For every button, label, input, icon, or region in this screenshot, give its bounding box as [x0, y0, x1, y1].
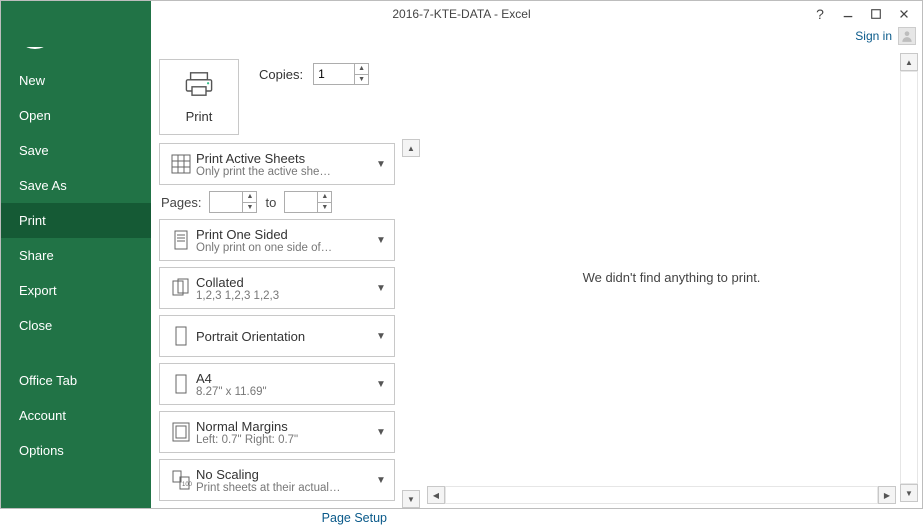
sidebar-item-save-as[interactable]: Save As: [1, 168, 151, 203]
setting-title: No Scaling: [196, 467, 374, 482]
setting-title: Print Active Sheets: [196, 151, 374, 166]
setting-sub: 1,2,3 1,2,3 1,2,3: [196, 290, 374, 302]
preview-vertical-scrollbar[interactable]: ▲ ▼: [900, 53, 918, 502]
copies-stepper[interactable]: ▲ ▼: [313, 63, 369, 85]
pages-label: Pages:: [161, 195, 201, 210]
app-window: 2016-7-KTE-DATA - Excel ? Sign in: [0, 0, 923, 509]
restore-button[interactable]: [864, 3, 888, 25]
body: New Open Save Save As Print Share Export…: [1, 47, 922, 508]
setting-title: Print One Sided: [196, 227, 374, 242]
setting-title: Collated: [196, 275, 374, 290]
setting-sub: Left: 0.7" Right: 0.7": [196, 434, 374, 446]
pages-from-input[interactable]: [210, 192, 242, 212]
title-bar: 2016-7-KTE-DATA - Excel ? Sign in: [1, 1, 922, 47]
sidebar-item-open[interactable]: Open: [1, 98, 151, 133]
settings-list: Print Active Sheets Only print the activ…: [159, 143, 417, 525]
sidebar-item-close[interactable]: Close: [1, 308, 151, 343]
print-header-row: Print Copies: ▲ ▼: [159, 59, 417, 135]
print-preview-panel: We didn't find anything to print. ▲ ▼ ◀ …: [421, 47, 922, 508]
pages-from-down-icon[interactable]: ▼: [243, 203, 256, 213]
sidebar-item-options[interactable]: Options: [1, 433, 151, 468]
pages-to-stepper[interactable]: ▲▼: [284, 191, 332, 213]
setting-title: A4: [196, 371, 374, 386]
chevron-down-icon: ▼: [374, 427, 388, 438]
setting-margins[interactable]: Normal Margins Left: 0.7" Right: 0.7" ▼: [159, 411, 395, 453]
copies-down-icon[interactable]: ▼: [355, 75, 368, 85]
pages-to-down-icon[interactable]: ▼: [318, 203, 331, 213]
backstage-sidebar: New Open Save Save As Print Share Export…: [1, 47, 151, 508]
scroll-track[interactable]: [402, 157, 420, 490]
scroll-track[interactable]: [900, 71, 918, 484]
chevron-down-icon: ▼: [374, 379, 388, 390]
copies-group: Copies: ▲ ▼: [259, 63, 369, 85]
preview-horizontal-scrollbar[interactable]: ◀ ▶: [427, 486, 896, 504]
page-icon: [166, 228, 196, 252]
pages-row: Pages: ▲▼ to ▲▼: [159, 191, 395, 213]
sidebar-item-account[interactable]: Account: [1, 398, 151, 433]
setting-title: Portrait Orientation: [196, 329, 374, 344]
sidebar-item-print[interactable]: Print: [1, 203, 151, 238]
copies-up-icon[interactable]: ▲: [355, 64, 368, 75]
chevron-down-icon: ▼: [374, 159, 388, 170]
scroll-down-icon[interactable]: ▼: [900, 484, 918, 502]
print-tile-label: Print: [186, 109, 213, 124]
help-button[interactable]: ?: [808, 3, 832, 25]
setting-sides[interactable]: Print One Sided Only print on one side o…: [159, 219, 395, 261]
sidebar-item-office-tab[interactable]: Office Tab: [1, 363, 151, 398]
chevron-down-icon: ▼: [374, 331, 388, 342]
scroll-up-icon[interactable]: ▲: [402, 139, 420, 157]
sidebar-divider: [1, 343, 151, 363]
window-controls: ?: [808, 3, 916, 25]
svg-text:100: 100: [182, 482, 193, 488]
titlebar-green-strip: [1, 1, 151, 47]
scroll-track[interactable]: [445, 486, 878, 504]
sheets-icon: [166, 152, 196, 176]
chevron-down-icon: ▼: [374, 235, 388, 246]
print-settings-panel: Print Copies: ▲ ▼: [151, 47, 421, 508]
print-button[interactable]: Print: [159, 59, 239, 135]
pages-to-label: to: [265, 195, 276, 210]
setting-scaling[interactable]: 100 No Scaling Print sheets at their act…: [159, 459, 395, 501]
scroll-down-icon[interactable]: ▼: [402, 490, 420, 508]
copies-label: Copies:: [259, 67, 303, 82]
sidebar-item-save[interactable]: Save: [1, 133, 151, 168]
chevron-down-icon: ▼: [374, 475, 388, 486]
margins-icon: [166, 420, 196, 444]
sidebar-item-share[interactable]: Share: [1, 238, 151, 273]
portrait-icon: [166, 324, 196, 348]
sign-in-row: Sign in: [855, 27, 916, 45]
copies-input[interactable]: [314, 64, 354, 84]
sidebar-item-export[interactable]: Export: [1, 273, 151, 308]
pages-from-stepper[interactable]: ▲▼: [209, 191, 257, 213]
printer-icon: [182, 70, 216, 103]
settings-scrollbar[interactable]: ▲ ▼: [401, 139, 421, 508]
setting-sub: Print sheets at their actual…: [196, 482, 374, 494]
pages-to-input[interactable]: [285, 192, 317, 212]
user-avatar-icon[interactable]: [898, 27, 916, 45]
sign-in-link[interactable]: Sign in: [855, 29, 892, 43]
close-button[interactable]: [892, 3, 916, 25]
setting-sub: Only print on one side of…: [196, 242, 374, 254]
scaling-icon: 100: [166, 468, 196, 492]
setting-sub: Only print the active she…: [196, 166, 374, 178]
page-setup-link[interactable]: Page Setup: [159, 507, 395, 525]
preview-empty-message: We didn't find anything to print.: [421, 47, 922, 508]
setting-sub: 8.27" x 11.69": [196, 386, 374, 398]
scroll-up-icon[interactable]: ▲: [900, 53, 918, 71]
setting-collation[interactable]: Collated 1,2,3 1,2,3 1,2,3 ▼: [159, 267, 395, 309]
minimize-button[interactable]: [836, 3, 860, 25]
setting-orientation[interactable]: Portrait Orientation ▼: [159, 315, 395, 357]
setting-paper-size[interactable]: A4 8.27" x 11.69" ▼: [159, 363, 395, 405]
scroll-right-icon[interactable]: ▶: [878, 486, 896, 504]
paper-icon: [166, 372, 196, 396]
setting-print-area[interactable]: Print Active Sheets Only print the activ…: [159, 143, 395, 185]
sidebar-item-new[interactable]: New: [1, 63, 151, 98]
scroll-left-icon[interactable]: ◀: [427, 486, 445, 504]
collated-icon: [166, 276, 196, 300]
pages-to-up-icon[interactable]: ▲: [318, 192, 331, 203]
chevron-down-icon: ▼: [374, 283, 388, 294]
pages-from-up-icon[interactable]: ▲: [243, 192, 256, 203]
setting-title: Normal Margins: [196, 419, 374, 434]
